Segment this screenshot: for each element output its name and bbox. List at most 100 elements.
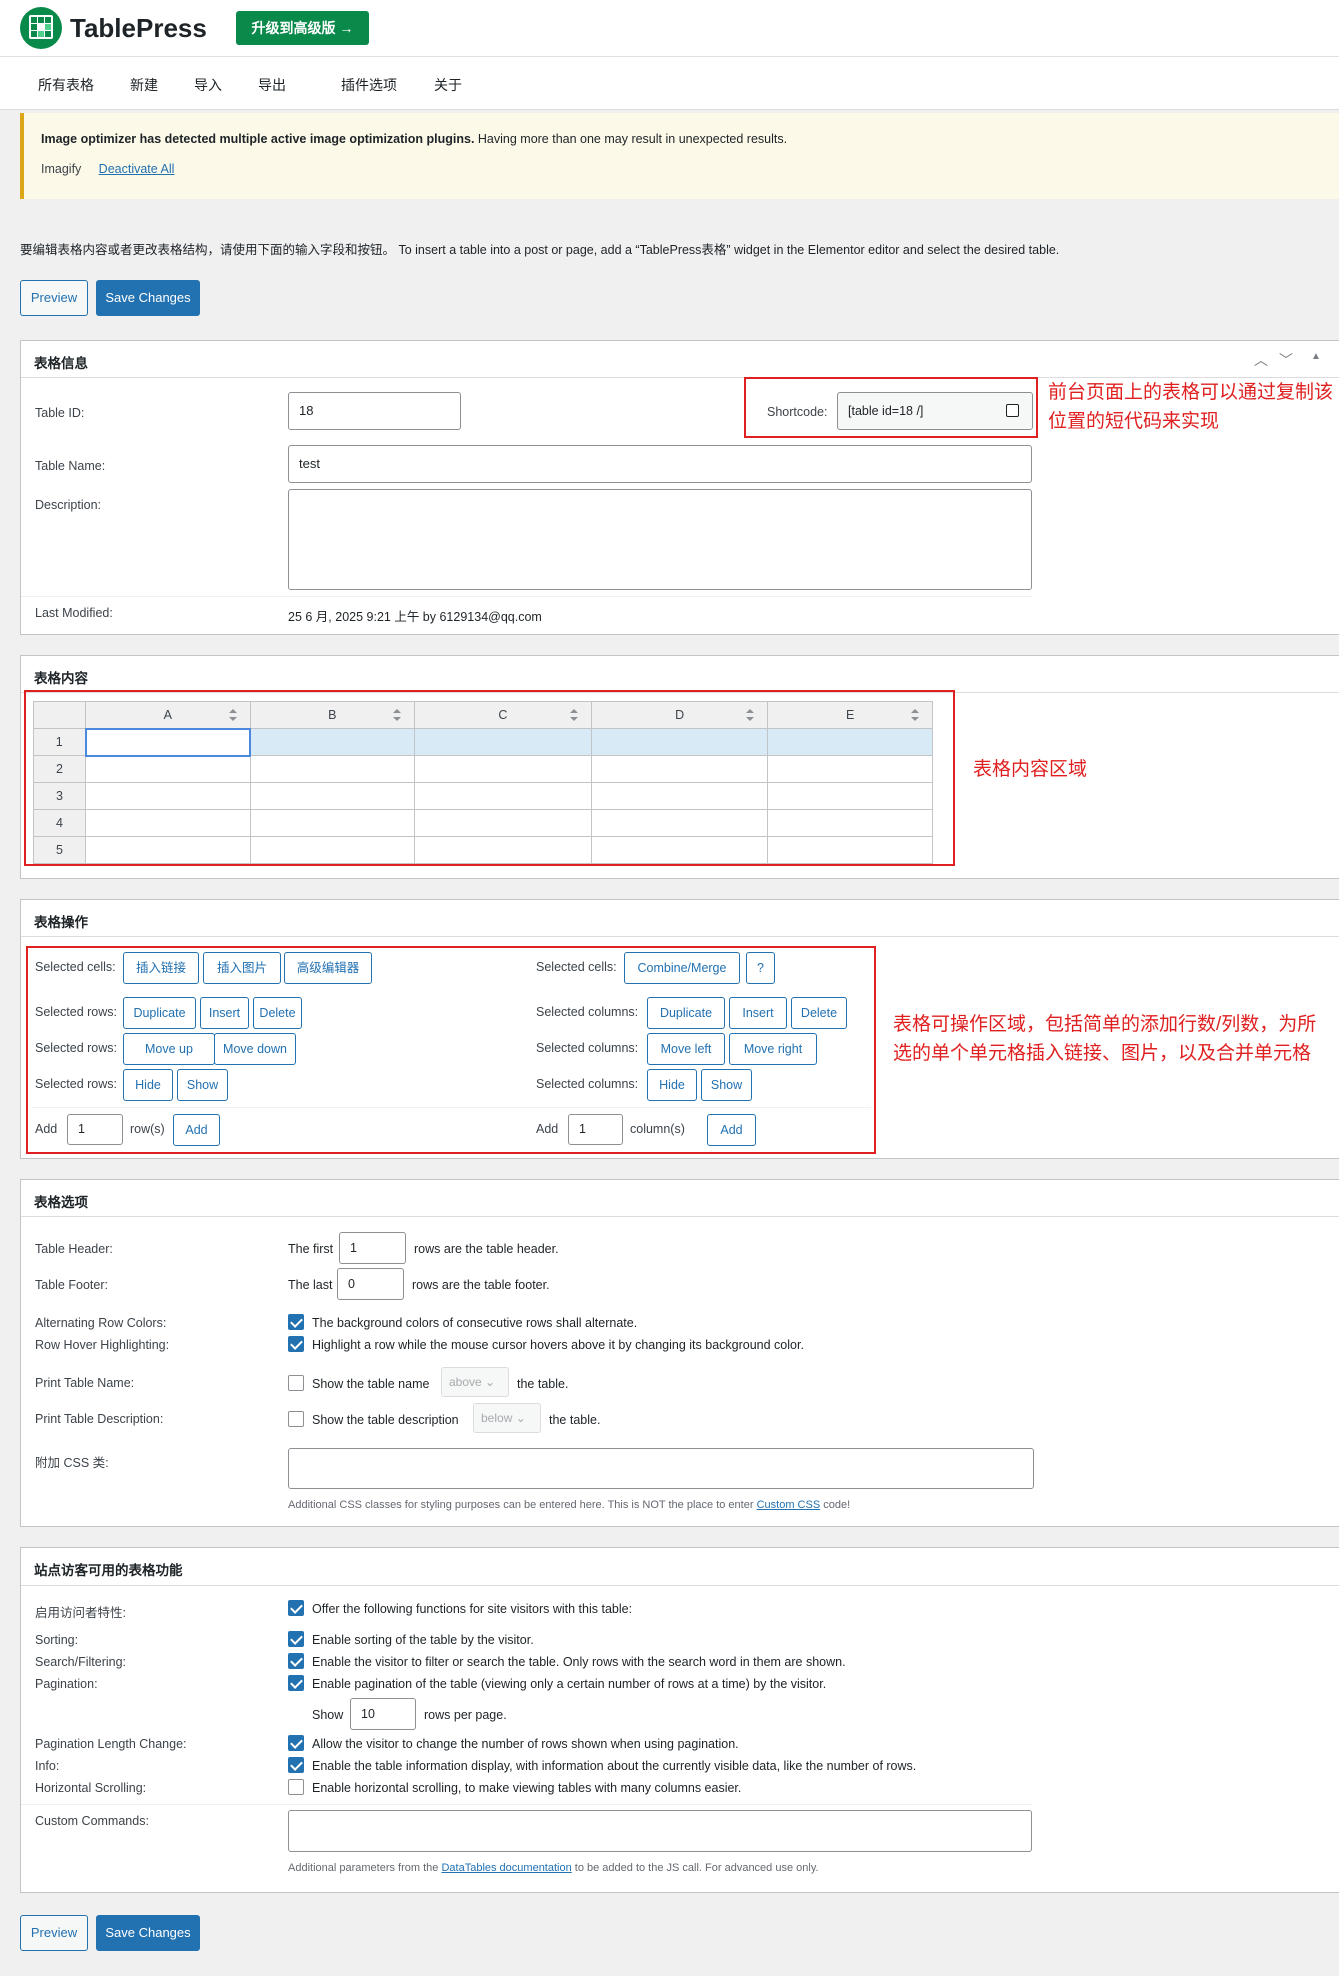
footer-rows-field[interactable]: 0 xyxy=(337,1268,404,1300)
pagination-text: Enable pagination of the table (viewing … xyxy=(312,1677,827,1691)
nav-plugin-options[interactable]: 插件选项 xyxy=(341,75,397,95)
logo-grid-icon xyxy=(29,15,53,39)
print-name-post-text: the table. xyxy=(517,1377,569,1391)
sorting-checkbox[interactable] xyxy=(288,1631,304,1647)
panel-title: 表格操作 xyxy=(34,915,88,930)
panel-title: 表格内容 xyxy=(34,671,88,686)
sorting-label: Sorting: xyxy=(35,1633,79,1647)
search-checkbox[interactable] xyxy=(288,1653,304,1669)
description-field[interactable] xyxy=(288,489,1032,590)
table-header-label: Table Header: xyxy=(35,1242,113,1256)
last-modified-label: Last Modified: xyxy=(35,606,113,620)
rows-per-page-field[interactable]: 10 xyxy=(350,1698,416,1730)
table-name-label: Table Name: xyxy=(35,459,106,473)
row-hover-checkbox[interactable] xyxy=(288,1336,304,1352)
pagination-length-checkbox[interactable] xyxy=(288,1735,304,1751)
custom-commands-field[interactable] xyxy=(288,1810,1032,1852)
header-post-text: rows are the table header. xyxy=(414,1242,559,1256)
info-label: Info: xyxy=(35,1759,60,1773)
enable-visitor-text: Offer the following functions for site v… xyxy=(312,1602,633,1616)
commands-help-text: Additional parameters from the DataTable… xyxy=(288,1862,819,1874)
brand-name: TablePress xyxy=(70,13,207,43)
search-text: Enable the visitor to filter or search t… xyxy=(312,1655,846,1669)
row-hover-label: Row Hover Highlighting: xyxy=(35,1338,170,1352)
table-id-label: Table ID: xyxy=(35,406,85,420)
preview-button[interactable]: Preview xyxy=(20,280,88,316)
extra-css-field[interactable] xyxy=(288,1448,1034,1489)
chevron-down-icon[interactable]: ﹀ xyxy=(1279,350,1293,370)
admin-notice: Image optimizer has detected multiple ac… xyxy=(20,113,1339,199)
nav-import[interactable]: 导入 xyxy=(194,75,222,95)
shortcode-highlight xyxy=(744,377,1038,438)
toggle-panel-icon[interactable]: ▲ xyxy=(1311,351,1321,362)
info-checkbox[interactable] xyxy=(288,1757,304,1773)
shortcode-annotation: 前台页面上的表格可以通过复制该位置的短代码来实现 xyxy=(1048,382,1334,432)
alt-row-colors-checkbox[interactable] xyxy=(288,1314,304,1330)
print-name-checkbox[interactable] xyxy=(288,1375,304,1391)
notice-message: Image optimizer has detected multiple ac… xyxy=(41,132,788,146)
pagination-checkbox[interactable] xyxy=(288,1675,304,1691)
content-highlight xyxy=(24,690,955,866)
horizontal-scroll-text: Enable horizontal scrolling, to make vie… xyxy=(312,1781,742,1795)
last-modified-value: 25 6 月, 2025 9:21 上午 by 6129134@qq.com xyxy=(288,610,542,624)
print-desc-position-select[interactable]: below ⌄ xyxy=(473,1403,541,1433)
show-pre-text: Show xyxy=(312,1708,344,1722)
panel-title: 表格选项 xyxy=(34,1195,88,1210)
print-desc-checkbox[interactable] xyxy=(288,1411,304,1427)
save-changes-button-bottom[interactable]: Save Changes xyxy=(96,1915,200,1951)
horizontal-scroll-label: Horizontal Scrolling: xyxy=(35,1781,147,1795)
info-text: Enable the table information display, wi… xyxy=(312,1759,917,1773)
alt-row-colors-text: The background colors of consecutive row… xyxy=(312,1316,638,1330)
panel-title: 表格信息 xyxy=(34,356,88,371)
table-id-field[interactable]: 18 xyxy=(288,392,461,430)
enable-visitor-checkbox[interactable] xyxy=(288,1600,304,1616)
custom-commands-label: Custom Commands: xyxy=(35,1814,149,1828)
content-annotation: 表格内容区域 xyxy=(973,759,1088,780)
panel-header: 表格信息 ︿ ﹀ ▲ xyxy=(21,341,1339,378)
extra-css-label: 附加 CSS 类: xyxy=(35,1456,109,1470)
nav-all-tables[interactable]: 所有表格 xyxy=(38,75,94,95)
table-content-panel: 表格内容 A B C D E 1 2 3 4 5 表格内容区域 xyxy=(20,655,1339,879)
nav-about[interactable]: 关于 xyxy=(434,75,462,95)
sorting-text: Enable sorting of the table by the visit… xyxy=(312,1633,534,1647)
print-desc-text: Show the table description xyxy=(312,1413,459,1427)
header-rows-field[interactable]: 1 xyxy=(339,1232,406,1264)
panel-header: 站点访客可用的表格功能 xyxy=(21,1548,1339,1586)
preview-button-bottom[interactable]: Preview xyxy=(20,1915,88,1951)
nav-new[interactable]: 新建 xyxy=(130,75,158,95)
panel-header: 表格内容 xyxy=(21,656,1339,693)
table-footer-label: Table Footer: xyxy=(35,1278,108,1292)
upgrade-button[interactable]: 升级到高级版 → xyxy=(236,11,369,45)
table-operations-panel: 表格操作 Selected cells: 插入链接 插入图片 高级编辑器 Sel… xyxy=(20,899,1339,1159)
row-hover-text: Highlight a row while the mouse cursor h… xyxy=(312,1338,804,1352)
footer-pre-text: The last xyxy=(288,1278,333,1292)
print-name-label: Print Table Name: xyxy=(35,1376,135,1390)
pagination-length-text: Allow the visitor to change the number o… xyxy=(312,1737,739,1751)
search-label: Search/Filtering: xyxy=(35,1655,127,1669)
visitor-features-panel: 站点访客可用的表格功能 启用访问者特性: Offer the following… xyxy=(20,1547,1339,1893)
deactivate-all-link[interactable]: Deactivate All xyxy=(99,162,175,176)
panel-title: 站点访客可用的表格功能 xyxy=(34,1563,183,1578)
horizontal-scroll-checkbox[interactable] xyxy=(288,1779,304,1795)
nav-export[interactable]: 导出 xyxy=(258,75,286,95)
print-desc-post-text: the table. xyxy=(549,1413,601,1427)
divider xyxy=(21,1804,1033,1805)
top-bar: TablePress 升级到高级版 → xyxy=(0,0,1339,57)
save-changes-button[interactable]: Save Changes xyxy=(96,280,200,316)
css-help-text: Additional CSS classes for styling purpo… xyxy=(288,1499,851,1511)
intro-text: 要编辑表格内容或者更改表格结构，请使用下面的输入字段和按钮。 To insert… xyxy=(20,243,1060,257)
alt-row-colors-label: Alternating Row Colors: xyxy=(35,1316,167,1330)
table-name-field[interactable]: test xyxy=(288,445,1032,483)
description-label: Description: xyxy=(35,498,101,512)
enable-visitor-label: 启用访问者特性: xyxy=(35,1606,126,1620)
divider xyxy=(21,596,1033,597)
operations-highlight xyxy=(26,946,876,1154)
chevron-up-icon[interactable]: ︿ xyxy=(1254,350,1268,370)
print-desc-label: Print Table Description: xyxy=(35,1412,164,1426)
datatables-docs-link[interactable]: DataTables documentation xyxy=(441,1862,571,1874)
custom-css-link[interactable]: Custom CSS xyxy=(757,1499,821,1511)
table-options-panel: 表格选项 Table Header: The first 1 rows are … xyxy=(20,1179,1339,1527)
print-name-position-select[interactable]: above ⌄ xyxy=(441,1367,509,1397)
footer-post-text: rows are the table footer. xyxy=(412,1278,550,1292)
show-post-text: rows per page. xyxy=(424,1708,507,1722)
